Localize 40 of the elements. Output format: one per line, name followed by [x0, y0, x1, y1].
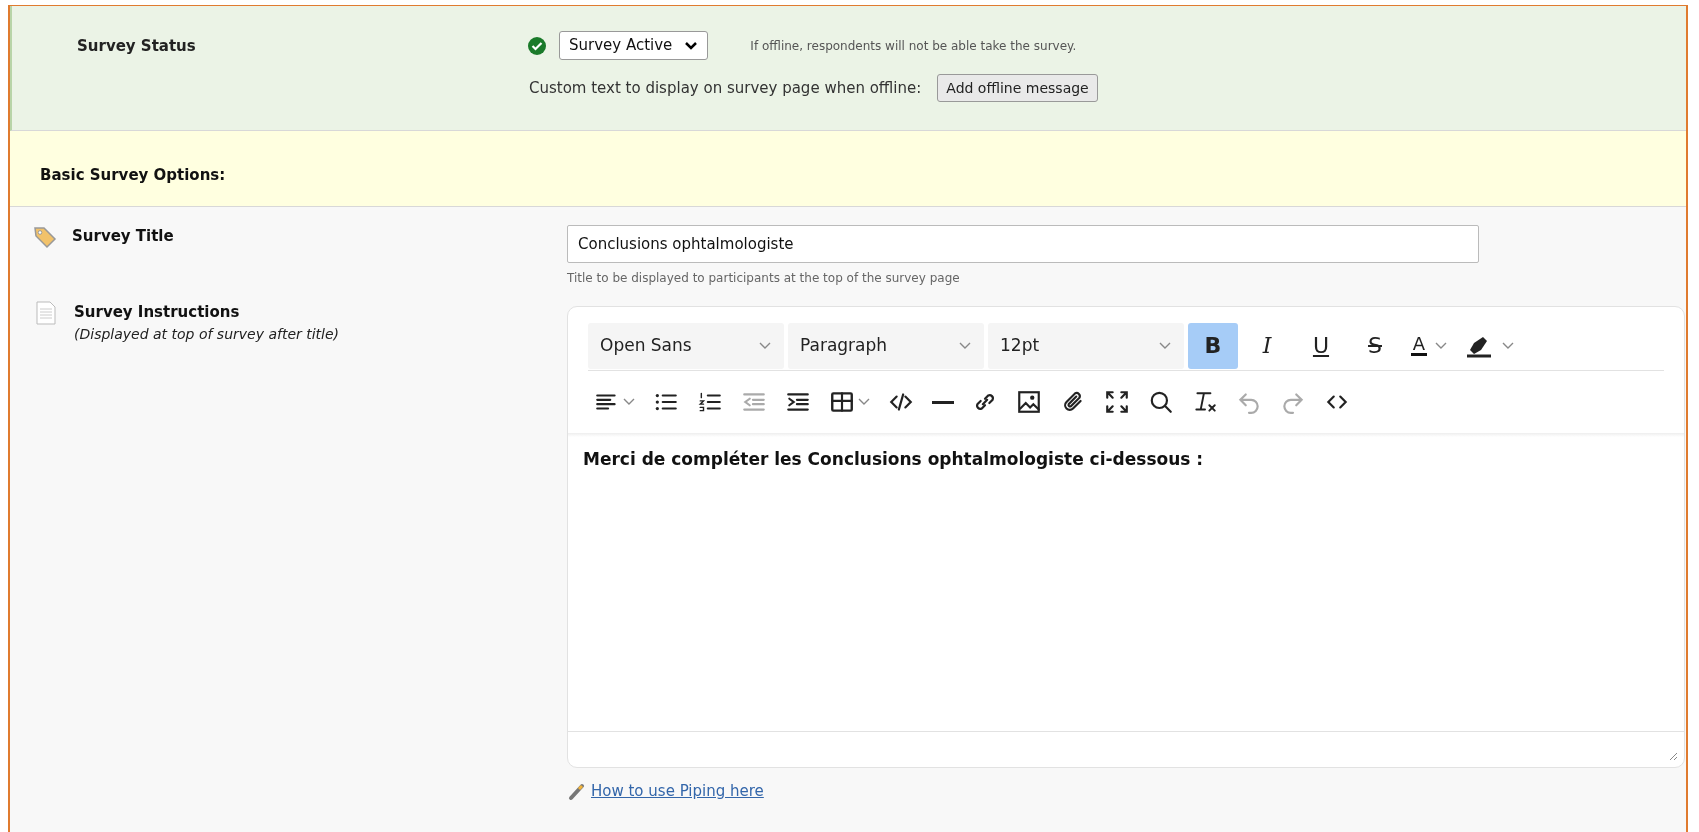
caret-icon	[1502, 341, 1514, 350]
section-heading: Basic Survey Options:	[40, 165, 226, 187]
chevron-down-icon	[684, 40, 699, 51]
offline-text-label: Custom text to display on survey page when offline:	[529, 77, 922, 99]
text-color-button[interactable]: A	[1404, 322, 1454, 369]
caret-icon	[1435, 341, 1448, 350]
resize-handle-icon[interactable]	[1668, 751, 1678, 761]
caret-icon	[623, 398, 635, 406]
caret-icon	[858, 398, 870, 406]
fullscreen-icon	[1104, 389, 1130, 415]
caret-icon	[758, 341, 772, 350]
table-icon	[829, 389, 855, 415]
field-label: Survey Instructions	[74, 302, 241, 323]
piping-help-link[interactable]: How to use Piping here	[591, 780, 764, 803]
title-input-field[interactable]: Conclusions ophtalmologiste	[567, 225, 1479, 263]
hint-text: If offline, respondents will not be able take the survey.	[750, 37, 1077, 55]
toolbar-dropdown[interactable]: Open Sans	[588, 322, 784, 369]
pipe-icon	[567, 781, 587, 802]
bold-button[interactable]: B	[1188, 322, 1238, 369]
toolbar-dropdown[interactable]: 12pt	[988, 322, 1184, 369]
editor-content-area[interactable]: Merci de compléter les Conclusions ophtalmologiste ci-dessous :	[568, 437, 1684, 731]
clear-formatting-icon	[1192, 389, 1218, 415]
horizontal-line-icon	[932, 400, 954, 404]
search-icon	[1148, 389, 1174, 415]
hint-text: Title to be displayed to participants at the top of the survey page	[567, 270, 961, 287]
image-icon	[1016, 389, 1042, 415]
add-offline-message-button[interactable]: Add offline message	[937, 74, 1098, 102]
document-icon	[36, 301, 56, 325]
italic-button[interactable]: I	[1242, 322, 1292, 369]
field-label: Survey Status	[77, 37, 196, 55]
status-dropdown[interactable]: Survey Active	[559, 31, 709, 60]
tag-icon	[32, 225, 58, 249]
caret-icon	[958, 341, 972, 350]
instructions-text: Merci de compléter les Conclusions ophtalmologiste ci-dessous :	[583, 449, 1204, 469]
underline-button[interactable]: U	[1296, 322, 1346, 369]
caret-icon	[1158, 341, 1172, 350]
toolbar-dropdown[interactable]: Paragraph	[788, 322, 984, 369]
strikethrough-button[interactable]: S	[1350, 322, 1400, 369]
field-label: Survey Title	[72, 226, 174, 247]
field-sublabel: (Displayed at top of survey after title)	[74, 324, 340, 344]
